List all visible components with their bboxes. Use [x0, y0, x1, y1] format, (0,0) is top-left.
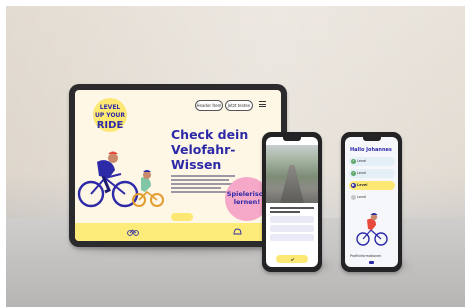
phone-quiz [262, 132, 322, 272]
body-text-line [171, 191, 227, 193]
lock-icon [351, 195, 356, 200]
profile-info-link[interactable]: Profilinformationen [350, 254, 381, 258]
play-icon: ▶ [351, 183, 356, 188]
logo-line: LEVEL [99, 104, 121, 111]
greeting-title: Hallo Johannes [350, 147, 392, 153]
phone-notch [283, 137, 301, 141]
answer-option[interactable] [270, 216, 314, 223]
phone-quiz-screen [266, 137, 318, 267]
phone-notch [362, 137, 381, 141]
body-text-line [171, 175, 235, 177]
headline: Check dein Velofahr- Wissen [171, 127, 249, 172]
question-text [270, 211, 300, 213]
check-icon [290, 257, 294, 261]
level-row-current[interactable]: ▶ Level [349, 181, 395, 190]
phone-levels: Hallo Johannes ✓ Level ✓ Level ▶ Level L… [341, 132, 402, 272]
answer-option[interactable] [270, 234, 314, 241]
cyclist-illustration [77, 151, 164, 208]
kid-cyclist-illustration [356, 213, 388, 246]
header-item-button[interactable]: Header Item [195, 100, 223, 111]
level-label: Level [357, 183, 368, 187]
test-now-button[interactable]: Jetzt testen [225, 100, 253, 111]
tablet-bottom-bar [75, 223, 281, 241]
bike-icon[interactable] [127, 228, 139, 236]
body-text-line [171, 187, 221, 189]
start-button[interactable] [171, 213, 193, 221]
continue-button[interactable] [276, 255, 308, 263]
level-row[interactable]: ✓ Level [349, 169, 395, 178]
logo-line: UP YOUR [94, 112, 126, 119]
level-up-your-ride-logo[interactable]: LEVEL UP YOUR RIDE [93, 98, 127, 132]
hamburger-icon[interactable] [259, 101, 266, 107]
check-icon: ✓ [351, 159, 356, 164]
logo-line: RIDE [96, 120, 124, 131]
level-row-locked[interactable]: Level [349, 193, 395, 202]
helmet-icon[interactable] [233, 227, 242, 236]
body-text-line [171, 179, 229, 181]
level-row[interactable]: ✓ Level [349, 157, 395, 166]
street-photo [266, 145, 318, 203]
level-label: Level [357, 159, 367, 163]
phone-levels-screen: Hallo Johannes ✓ Level ✓ Level ▶ Level L… [345, 137, 398, 267]
question-text [270, 207, 314, 209]
level-label: Level [357, 195, 367, 199]
body-text-line [171, 183, 233, 185]
check-icon: ✓ [351, 171, 356, 176]
product-photo: LEVEL UP YOUR RIDE Header Item Jetzt tes… [6, 6, 465, 307]
answer-option[interactable] [270, 225, 314, 232]
level-label: Level [357, 171, 367, 175]
home-icon[interactable] [369, 261, 374, 264]
tablet: LEVEL UP YOUR RIDE Header Item Jetzt tes… [69, 84, 287, 247]
tablet-screen: LEVEL UP YOUR RIDE Header Item Jetzt tes… [75, 90, 281, 241]
